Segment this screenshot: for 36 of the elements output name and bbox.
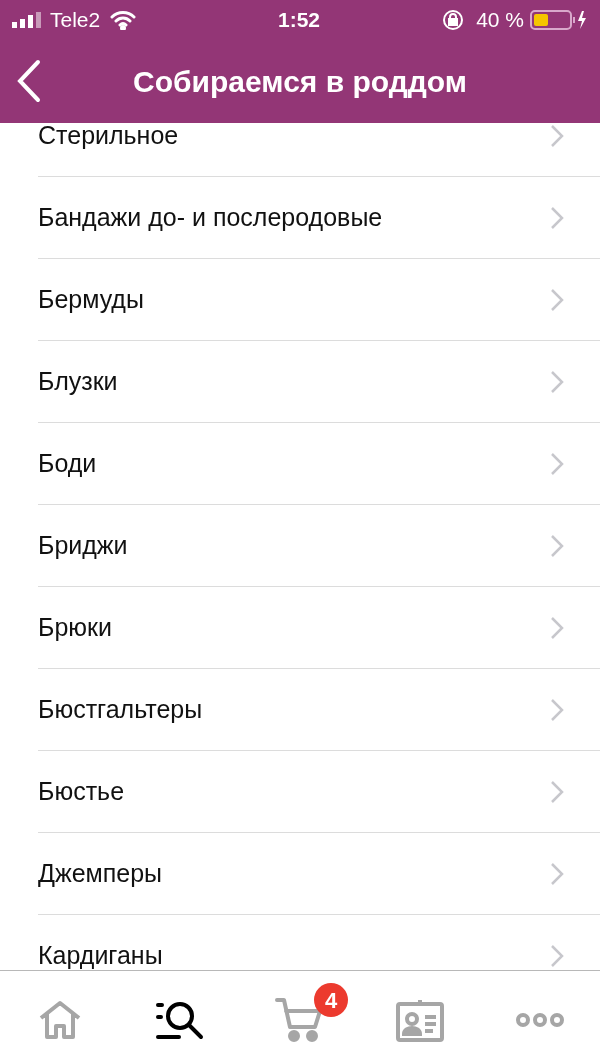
home-icon xyxy=(38,1000,82,1040)
chevron-icon xyxy=(550,205,564,230)
category-row[interactable]: Боди xyxy=(38,423,600,505)
more-icon xyxy=(515,1012,565,1028)
battery-icon xyxy=(530,9,588,31)
carrier-name: Tele2 xyxy=(50,7,101,34)
chevron-icon xyxy=(550,861,564,886)
chevron-icon xyxy=(550,369,564,394)
category-row[interactable]: Бандажи до- и послеродовые xyxy=(38,177,600,259)
screen-title: Собираемся в роддом xyxy=(133,64,467,100)
chevron-icon xyxy=(550,451,564,476)
back-icon xyxy=(16,59,42,103)
category-row[interactable]: Брюки xyxy=(38,587,600,669)
chevron-icon xyxy=(550,697,564,722)
category-row[interactable]: Бриджи xyxy=(38,505,600,587)
id-card-icon xyxy=(395,997,445,1043)
chevron-icon xyxy=(550,123,564,148)
category-row[interactable]: Блузки xyxy=(38,341,600,423)
clock-time: 1:52 xyxy=(278,7,321,34)
category-row[interactable]: Бюстгальтеры xyxy=(38,669,600,751)
search-icon xyxy=(155,999,205,1041)
category-row[interactable]: Бюстье xyxy=(38,751,600,833)
wifi-icon xyxy=(110,10,137,30)
category-row[interactable]: Бермуды xyxy=(38,259,600,341)
cart-count-badge: 4 xyxy=(314,983,348,1017)
category-row[interactable]: Стерильное xyxy=(38,123,600,177)
chevron-icon xyxy=(550,287,564,312)
chevron-icon xyxy=(550,779,564,804)
rotation-lock-icon xyxy=(442,9,465,31)
chevron-icon xyxy=(550,943,564,968)
chevron-icon xyxy=(550,533,564,558)
signal-icon xyxy=(12,12,42,28)
chevron-icon xyxy=(550,615,564,640)
battery-percent: 40 % xyxy=(476,7,524,34)
tab-button[interactable]: 4 xyxy=(240,979,360,1045)
category-row[interactable]: Джемперы xyxy=(38,833,600,915)
